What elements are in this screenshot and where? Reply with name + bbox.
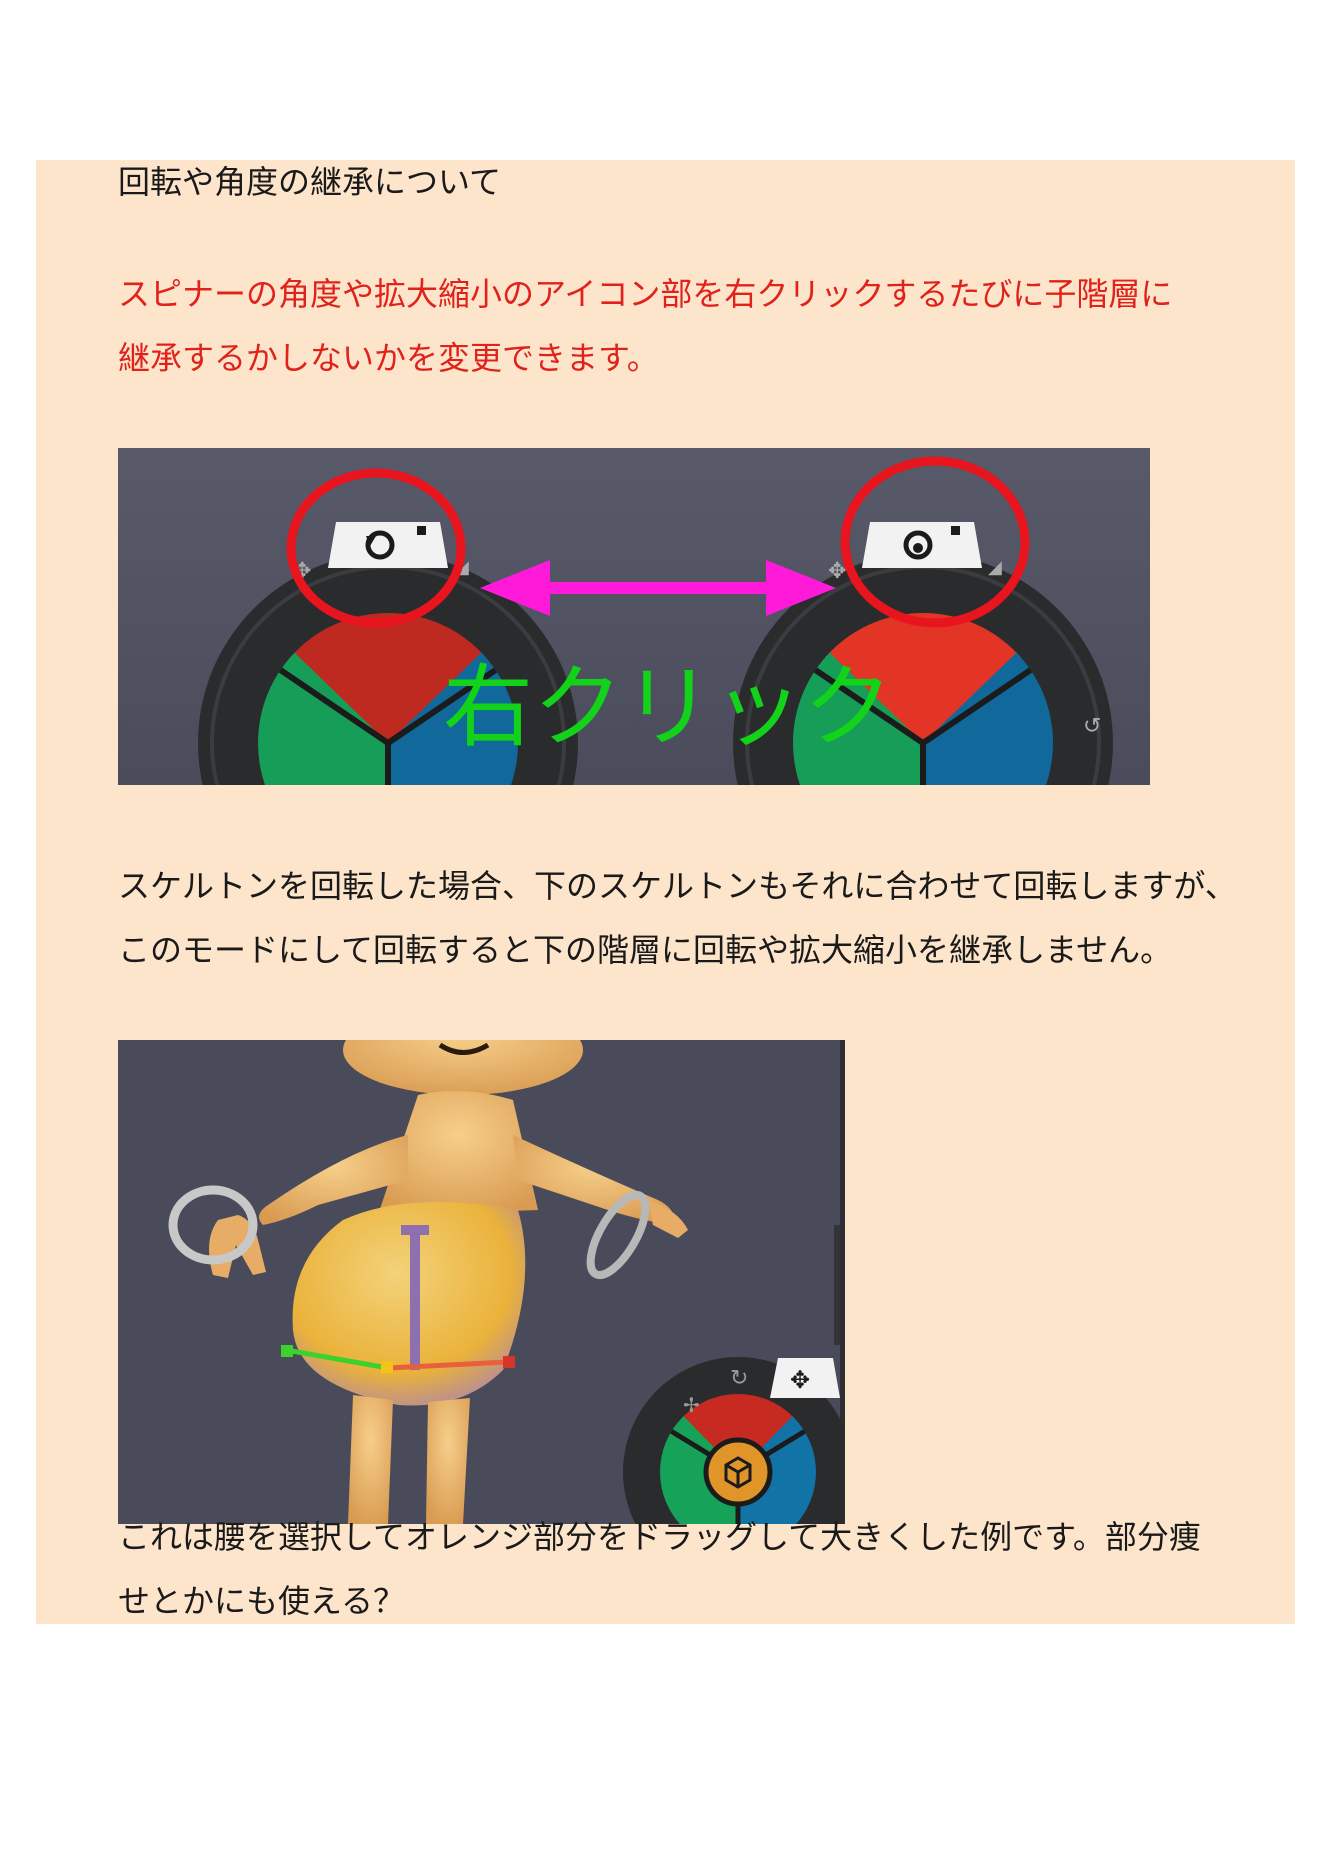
scale-icon[interactable]: ◢ bbox=[988, 557, 1002, 578]
skeleton-bone[interactable] bbox=[410, 1230, 420, 1370]
rotate-small-icon: ↺ bbox=[1083, 714, 1101, 739]
page-heading: 回転や角度の継承について bbox=[118, 163, 502, 201]
rotate-icon[interactable]: ↻ bbox=[730, 1366, 748, 1391]
example-paragraph: これは腰を選択してオレンジ部分をドラッグして大きくした例です。部分痩 せとかにも… bbox=[118, 1505, 1201, 1633]
joint-handle[interactable] bbox=[381, 1361, 393, 1373]
right-click-label: 右クリック bbox=[443, 655, 893, 760]
explanation-paragraph: スケルトンを回転した場合、下のスケルトンもそれに合わせて回転しますが、 このモー… bbox=[118, 854, 1237, 982]
character-example-figure: ✥ ↻ ✢ bbox=[118, 1040, 845, 1524]
example-line-1: これは腰を選択してオレンジ部分をドラッグして大きくした例です。部分痩 bbox=[118, 1518, 1201, 1556]
scale-icon[interactable]: ✢ bbox=[683, 1393, 700, 1417]
svg-text:✥: ✥ bbox=[790, 1366, 810, 1394]
explanation-line-1: スケルトンを回転した場合、下のスケルトンもそれに合わせて回転しますが、 bbox=[118, 867, 1237, 905]
highlight-line-1: スピナーの角度や拡大縮小のアイコン部を右クリックするたびに子階層に bbox=[118, 275, 1173, 313]
explanation-line-2: このモードにして回転すると下の階層に回転や拡大縮小を継承しません。 bbox=[118, 931, 1173, 969]
highlight-line-2: 継承するかしないかを変更できます。 bbox=[118, 339, 659, 377]
example-line-2: せとかにも使える？ bbox=[118, 1582, 406, 1620]
highlight-paragraph: スピナーの角度や拡大縮小のアイコン部を右クリックするたびに子階層に 継承するかし… bbox=[118, 262, 1172, 390]
spinner-comparison-figure: ✥ ◢ ✥ ◢ ↺ 右クリック bbox=[118, 448, 1150, 785]
rotate-icon[interactable] bbox=[328, 522, 448, 568]
